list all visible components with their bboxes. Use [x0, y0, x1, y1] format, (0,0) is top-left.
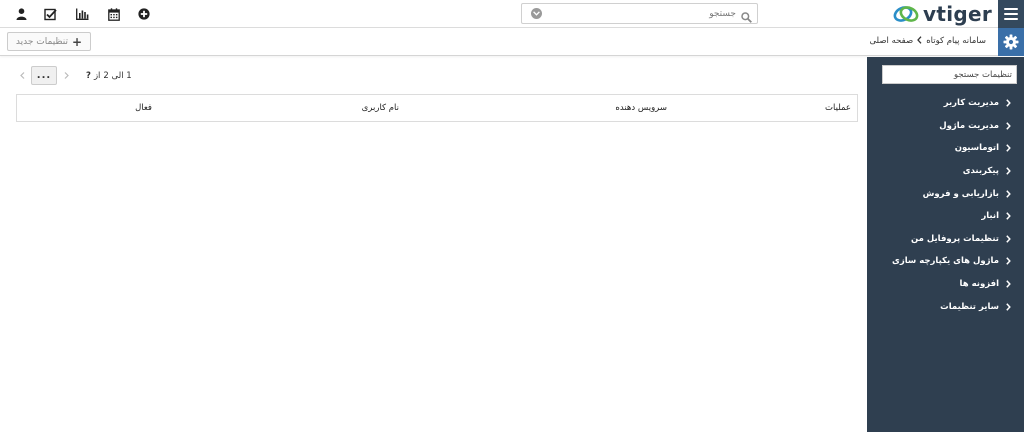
settings-search-input[interactable]: [882, 65, 1017, 84]
new-settings-button[interactable]: + تنظیمات جدید: [7, 32, 91, 51]
app-menu-button[interactable]: [998, 0, 1024, 28]
column-header-actions: عملیات: [825, 103, 851, 113]
sidebar-item-user-management[interactable]: مدیریت کاربر: [872, 92, 1012, 115]
chevron-right-icon: [1004, 280, 1012, 288]
add-icon[interactable]: [137, 7, 151, 21]
chevron-right-icon: [1004, 99, 1012, 108]
chevron-right-icon: [64, 72, 69, 79]
settings-menu: مدیریت کاربر مدیریت ماژول اتوماسیون پیکر…: [872, 92, 1012, 318]
sms-providers-table: عملیات سرویس دهنده نام کاربری فعال: [16, 94, 858, 122]
logo-text: vtiger: [923, 2, 992, 26]
sidebar-item-automation[interactable]: اتوماسیون: [872, 137, 1012, 160]
page-jump-button[interactable]: ...: [31, 66, 57, 85]
sidebar-item-inventory[interactable]: انبار: [872, 205, 1012, 228]
chevron-right-icon: [1004, 144, 1012, 153]
sidebar-item-module-management[interactable]: مدیریت ماژول: [872, 115, 1012, 138]
settings-gear-button[interactable]: [998, 28, 1024, 56]
plus-icon: +: [72, 34, 83, 49]
sidebar-item-label: پیکربندی: [962, 166, 999, 177]
top-navbar: vtiger: [0, 0, 1024, 28]
page-info: 1 الی 2 از ?: [86, 71, 132, 81]
search-icon[interactable]: [741, 8, 752, 23]
sidebar-item-my-profile-settings[interactable]: تنظیمات پروفایل من: [872, 228, 1012, 251]
pagination: ... 1 الی 2 از ?: [16, 66, 132, 85]
chevron-right-icon: [1004, 302, 1012, 311]
sidebar-item-label: تنظیمات پروفایل من: [911, 233, 999, 244]
sidebar-item-configuration[interactable]: پیکربندی: [872, 160, 1012, 183]
chevron-right-icon: [1004, 189, 1012, 198]
breadcrumb-home[interactable]: صفحه اصلی: [869, 36, 913, 46]
settings-sidebar: مدیریت کاربر مدیریت ماژول اتوماسیون پیکر…: [867, 57, 1024, 432]
sidebar-item-other-settings[interactable]: سایر تنظیمات: [872, 295, 1012, 318]
chevron-right-icon: [1004, 257, 1012, 266]
sidebar-item-label: سایر تنظیمات: [940, 301, 999, 312]
page-range: 1 الی 2: [103, 70, 132, 81]
global-search-input[interactable]: [542, 4, 738, 23]
column-header-active[interactable]: فعال: [135, 103, 152, 113]
chevron-circle-icon[interactable]: [531, 8, 542, 19]
chevron-right-icon: [1004, 167, 1012, 175]
page-total[interactable]: ?: [86, 71, 91, 81]
sidebar-item-label: اتوماسیون: [954, 143, 999, 154]
chevron-left-icon: [19, 72, 24, 79]
sidebar-item-label: انبار: [981, 211, 999, 222]
sidebar-item-label: افزونه ها: [959, 279, 999, 290]
breadcrumb-current: سامانه پیام کوتاه: [926, 36, 986, 46]
vtiger-logo[interactable]: vtiger: [880, 2, 992, 26]
hamburger-icon: [1004, 8, 1018, 20]
breadcrumb: صفحه اصلی سامانه پیام کوتاه: [869, 28, 986, 54]
previous-page-button[interactable]: [16, 66, 28, 85]
chevron-right-icon: [1004, 212, 1012, 221]
global-search-box: [521, 3, 758, 24]
vtiger-logo-mark: [893, 6, 919, 22]
chevron-left-icon: [917, 35, 922, 47]
chevron-right-icon: [1004, 122, 1012, 130]
page-of: از: [93, 70, 101, 81]
tasks-icon[interactable]: [43, 7, 57, 21]
sidebar-item-marketing-sales[interactable]: بازاریابی و فروش: [872, 182, 1012, 205]
sidebar-item-label: مدیریت ماژول: [939, 120, 999, 131]
next-page-button[interactable]: [60, 66, 72, 85]
calendar-icon[interactable]: [107, 7, 121, 21]
user-icon[interactable]: [14, 7, 28, 21]
sidebar-item-label: ماژول های یکپارچه سازی: [892, 256, 999, 267]
column-header-username[interactable]: نام کاربری: [362, 103, 399, 113]
sidebar-item-extensions[interactable]: افزونه ها: [872, 273, 1012, 296]
column-header-provider[interactable]: سرویس دهنده: [615, 103, 667, 113]
chevron-right-icon: [1004, 235, 1012, 243]
new-settings-label: تنظیمات جدید: [15, 36, 69, 47]
sidebar-item-integration-modules[interactable]: ماژول های یکپارچه سازی: [872, 250, 1012, 273]
gear-icon: [1003, 34, 1019, 50]
sidebar-item-label: بازاریابی و فروش: [922, 188, 999, 199]
sidebar-item-label: مدیریت کاربر: [943, 98, 999, 109]
reports-icon[interactable]: [75, 7, 89, 21]
settings-subheader: + تنظیمات جدید صفحه اصلی سامانه پیام کوت…: [0, 28, 1024, 56]
